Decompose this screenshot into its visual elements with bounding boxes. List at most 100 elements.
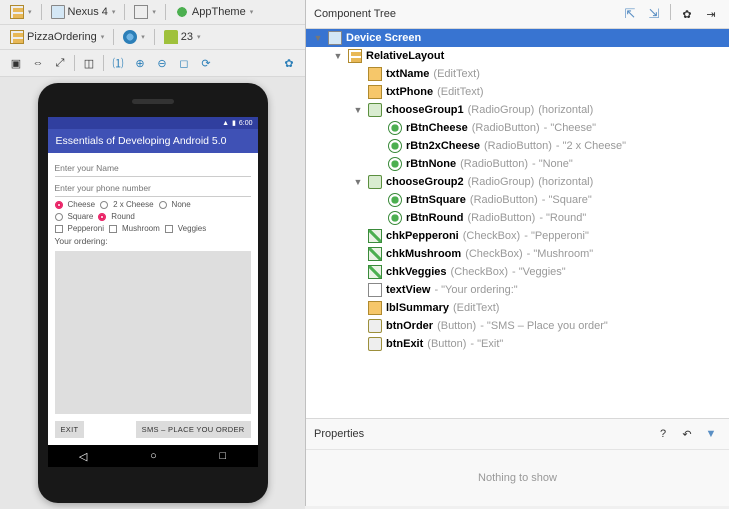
pepperoni-check[interactable]	[55, 225, 63, 233]
device-icon	[51, 5, 65, 19]
tree-node-RelativeLayout[interactable]: ▼RelativeLayout	[306, 47, 729, 65]
round-radio[interactable]	[98, 213, 106, 221]
filter-icon[interactable]: ▼	[701, 424, 721, 444]
tree-node-chkVeggies[interactable]: chkVeggies (CheckBox) - "Veggies"	[306, 263, 729, 281]
choose-group-1: Cheese 2 x Cheese None	[55, 200, 251, 209]
device-screen: ▲ ▮ 6:00 Essentials of Developing Androi…	[48, 117, 258, 467]
toppings-row: Pepperoni Mushroom Veggies	[55, 224, 251, 233]
component-tree[interactable]: ▼Device Screen▼RelativeLayouttxtName (Ed…	[306, 29, 729, 418]
phone-input[interactable]	[55, 180, 251, 197]
nav-back-icon[interactable]: ◁	[79, 450, 87, 463]
choose-group-2: Square Round	[55, 212, 251, 221]
node-icon	[368, 175, 382, 189]
node-type: (EditText)	[433, 68, 479, 80]
help-icon[interactable]: ?	[653, 424, 673, 444]
node-icon	[368, 283, 382, 297]
node-name: rBtnNone	[406, 158, 456, 170]
tree-toggle[interactable]: ▼	[352, 105, 364, 115]
node-icon	[328, 31, 342, 45]
node-type: (CheckBox)	[451, 266, 508, 278]
tree-node-chkPepperoni[interactable]: chkPepperoni (CheckBox) - "Pepperoni"	[306, 227, 729, 245]
device-selector[interactable]: Nexus 4▾	[47, 3, 120, 21]
undo-icon[interactable]: ↶	[677, 424, 697, 444]
tree-toggle[interactable]: ▼	[312, 33, 324, 43]
tree-node-Device Screen[interactable]: ▼Device Screen	[306, 29, 729, 47]
summary-box[interactable]	[55, 251, 251, 414]
cheese-radio[interactable]	[55, 201, 63, 209]
collapse-all-btn[interactable]: ⇲	[644, 4, 664, 24]
zoom-in-btn[interactable]: ⊕	[130, 53, 150, 73]
nav-home-icon[interactable]: ○	[150, 450, 157, 462]
stretch-mode-btn[interactable]: ⤢	[50, 53, 70, 73]
node-icon	[388, 157, 402, 171]
locale-selector[interactable]: ▾	[119, 28, 149, 46]
expand-all-btn[interactable]: ⇱	[620, 4, 640, 24]
node-text: - "Round"	[539, 212, 586, 224]
node-type: (RadioGroup)	[468, 104, 535, 116]
clock: 6:00	[239, 120, 253, 127]
tree-node-rBtnRound[interactable]: rBtnRound (RadioButton) - "Round"	[306, 209, 729, 227]
tree-node-txtName[interactable]: txtName (EditText)	[306, 65, 729, 83]
hide-icon[interactable]: ⇥	[701, 4, 721, 24]
tree-node-chkMushroom[interactable]: chkMushroom (CheckBox) - "Mushroom"	[306, 245, 729, 263]
none-radio[interactable]	[159, 201, 167, 209]
node-name: txtPhone	[386, 86, 433, 98]
right-pane: Component Tree ⇱ ⇲ ✿ ⇥ ▼Device Screen▼Re…	[306, 0, 729, 506]
node-name: chkVeggies	[386, 266, 447, 278]
tree-node-rBtnCheese[interactable]: rBtnCheese (RadioButton) - "Cheese"	[306, 119, 729, 137]
tree-toggle[interactable]: ▼	[352, 177, 364, 187]
zoom-actual-btn[interactable]: ◻	[174, 53, 194, 73]
config-toolbar-2: PizzaOrdering▾ ▾ 23▾	[0, 25, 305, 50]
refresh-btn[interactable]: ⟳	[196, 53, 216, 73]
node-type: (RadioButton)	[467, 212, 535, 224]
node-icon	[388, 121, 402, 135]
mushroom-check[interactable]	[109, 225, 117, 233]
module-selector[interactable]: PizzaOrdering▾	[6, 28, 108, 46]
square-radio[interactable]	[55, 213, 63, 221]
node-type: (RadioButton)	[472, 122, 540, 134]
tree-node-textView[interactable]: textView - "Your ordering:"	[306, 281, 729, 299]
select-mode-btn[interactable]: ▣	[6, 53, 26, 73]
orientation-icon	[134, 5, 148, 19]
tree-node-txtPhone[interactable]: txtPhone (EditText)	[306, 83, 729, 101]
node-type: (RadioButton)	[460, 158, 528, 170]
tree-node-rBtnNone[interactable]: rBtnNone (RadioButton) - "None"	[306, 155, 729, 173]
name-input[interactable]	[55, 160, 251, 177]
tree-node-chooseGroup1[interactable]: ▼chooseGroup1 (RadioGroup) (horizontal)	[306, 101, 729, 119]
tree-node-rBtn2xCheese[interactable]: rBtn2xCheese (RadioButton) - "2 x Cheese…	[306, 137, 729, 155]
phone-speaker	[132, 99, 174, 104]
tree-node-rBtnSquare[interactable]: rBtnSquare (RadioButton) - "Square"	[306, 191, 729, 209]
nav-bar: ◁ ○ □	[48, 445, 258, 467]
zoom-fit-btn[interactable]: ⑴	[108, 53, 128, 73]
pan-mode-btn[interactable]: ⇔	[28, 53, 48, 73]
tree-node-btnExit[interactable]: btnExit (Button) - "Exit"	[306, 335, 729, 353]
design-canvas[interactable]: ▲ ▮ 6:00 Essentials of Developing Androi…	[0, 77, 305, 509]
app-bar: Essentials of Developing Android 5.0	[48, 129, 258, 153]
node-text: - "Veggies"	[512, 266, 566, 278]
status-bar: ▲ ▮ 6:00	[48, 117, 258, 129]
node-type: (EditText)	[453, 302, 499, 314]
tree-node-lblSummary[interactable]: lblSummary (EditText)	[306, 299, 729, 317]
tree-node-chooseGroup2[interactable]: ▼chooseGroup2 (RadioGroup) (horizontal)	[306, 173, 729, 191]
viewport-btn[interactable]: ◫	[79, 53, 99, 73]
exit-button[interactable]: EXIT	[55, 421, 85, 438]
zoom-out-btn[interactable]: ⊖	[152, 53, 172, 73]
node-text: (horizontal)	[538, 176, 593, 188]
gear-icon[interactable]: ✿	[677, 4, 697, 24]
node-text: - "Cheese"	[544, 122, 596, 134]
settings-btn[interactable]: ✿	[279, 53, 299, 73]
palette-btn[interactable]: ▾	[6, 3, 36, 21]
node-text: - "Mushroom"	[527, 248, 594, 260]
veggies-check[interactable]	[165, 225, 173, 233]
node-type: (CheckBox)	[463, 230, 520, 242]
order-button[interactable]: SMS – PLACE YOU ORDER	[136, 421, 251, 438]
api-selector[interactable]: 23▾	[160, 28, 205, 46]
nav-recent-icon[interactable]: □	[219, 450, 226, 462]
2xcheese-radio[interactable]	[100, 201, 108, 209]
tree-node-btnOrder[interactable]: btnOrder (Button) - "SMS – Place you ord…	[306, 317, 729, 335]
orientation-btn[interactable]: ▾	[130, 3, 160, 21]
tree-toggle[interactable]: ▼	[332, 51, 344, 61]
android-icon	[164, 30, 178, 44]
theme-selector[interactable]: AppTheme▾	[171, 3, 257, 21]
node-text: (horizontal)	[538, 104, 593, 116]
